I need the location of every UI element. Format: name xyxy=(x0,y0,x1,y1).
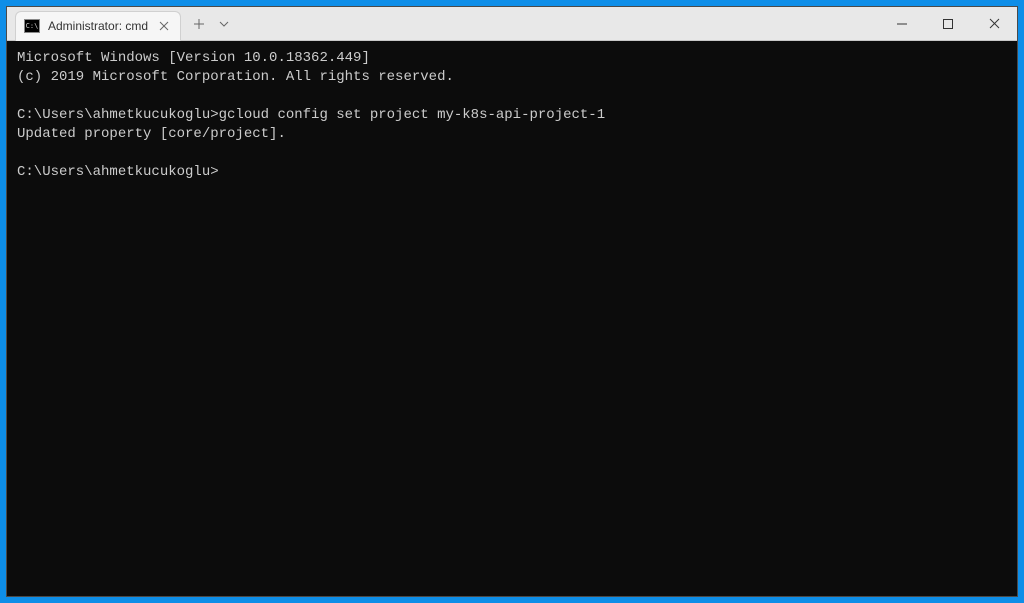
minimize-button[interactable] xyxy=(879,7,925,40)
tab-close-button[interactable] xyxy=(156,18,172,34)
terminal-line xyxy=(17,144,1007,163)
close-icon xyxy=(159,21,169,31)
terminal-content[interactable]: Microsoft Windows [Version 10.0.18362.44… xyxy=(7,41,1017,596)
new-tab-button[interactable] xyxy=(185,10,213,38)
terminal-line: C:\Users\ahmetkucukoglu> xyxy=(17,163,1007,182)
window-controls xyxy=(879,7,1017,40)
tab-cmd[interactable]: C:\ Administrator: cmd xyxy=(15,11,181,41)
terminal-window: C:\ Administrator: cmd xyxy=(6,6,1018,597)
maximize-button[interactable] xyxy=(925,7,971,40)
plus-icon xyxy=(193,18,205,30)
terminal-line: C:\Users\ahmetkucukoglu>gcloud config se… xyxy=(17,106,1007,125)
terminal-line: Updated property [core/project]. xyxy=(17,125,1007,144)
titlebar-left: C:\ Administrator: cmd xyxy=(7,7,235,40)
chevron-down-icon xyxy=(219,21,229,27)
titlebar: C:\ Administrator: cmd xyxy=(7,7,1017,41)
close-button[interactable] xyxy=(971,7,1017,40)
tab-title: Administrator: cmd xyxy=(48,19,148,33)
tab-dropdown-button[interactable] xyxy=(213,10,235,38)
maximize-icon xyxy=(943,19,953,29)
minimize-icon xyxy=(897,19,907,29)
terminal-line: (c) 2019 Microsoft Corporation. All righ… xyxy=(17,68,1007,87)
cmd-icon-text: C:\ xyxy=(26,23,39,30)
cmd-icon: C:\ xyxy=(24,19,40,33)
close-icon xyxy=(989,18,1000,29)
terminal-line: Microsoft Windows [Version 10.0.18362.44… xyxy=(17,49,1007,68)
terminal-line xyxy=(17,87,1007,106)
